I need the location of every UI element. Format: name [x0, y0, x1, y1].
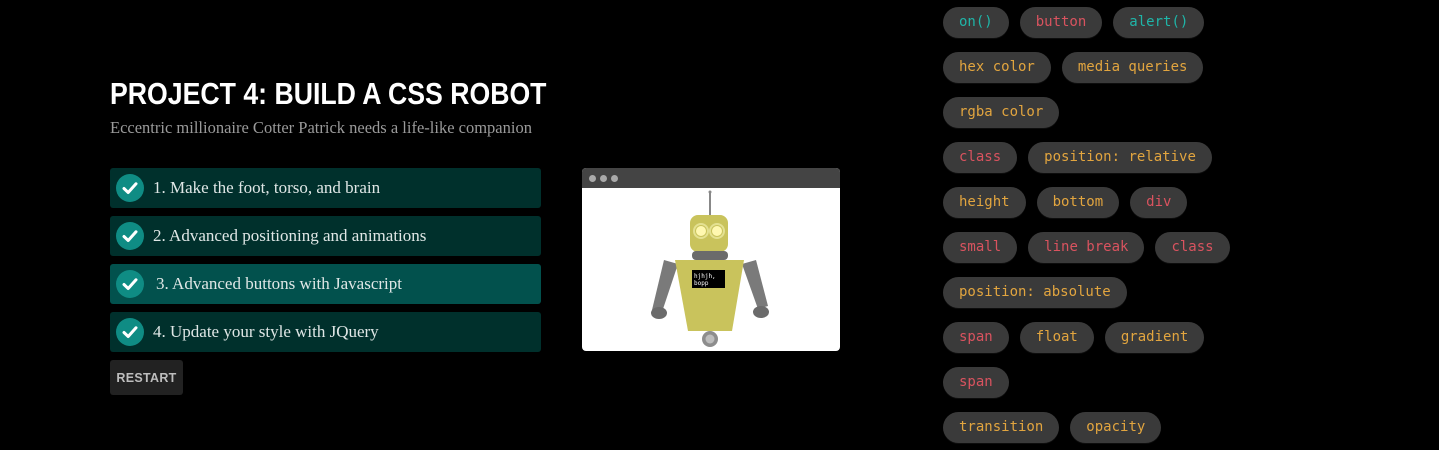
checkmark-icon: [116, 174, 144, 202]
robot-right-arm: [742, 260, 768, 309]
tag-row: class position: relative: [943, 135, 1243, 180]
concept-tag[interactable]: float: [1019, 322, 1094, 353]
robot-right-hand: [753, 306, 769, 318]
window-dot-icon: [611, 174, 618, 182]
tag-row: span: [943, 360, 1243, 405]
robot-speech-line-1: hjhjh,: [694, 273, 716, 280]
checkmark-icon: [116, 270, 144, 298]
concept-tag[interactable]: span: [943, 367, 1009, 398]
step-label: 1. Make the foot, torso, and brain: [153, 178, 381, 197]
step-item-4[interactable]: 4. Update your style with JQuery: [110, 312, 541, 352]
concept-tag[interactable]: transition: [943, 412, 1060, 443]
checkmark-icon: [116, 222, 144, 250]
concept-tag[interactable]: div: [1130, 187, 1188, 218]
concept-tag[interactable]: on(): [943, 7, 1009, 38]
page-title: PROJECT 4: BUILD A CSS ROBOT: [110, 76, 547, 111]
robot-wheel-hub: [705, 334, 715, 344]
tag-row: transition opacity: [943, 405, 1243, 450]
concept-tag[interactable]: rgba color: [943, 97, 1060, 128]
tag-row: height bottom div: [943, 180, 1243, 225]
concept-tag[interactable]: class: [1155, 232, 1230, 263]
concept-tag[interactable]: position: absolute: [943, 277, 1127, 308]
robot-left-eye: [696, 226, 706, 236]
step-item-3[interactable]: 3. Advanced buttons with Javascript: [110, 264, 541, 304]
preview-titlebar: [582, 168, 840, 188]
robot-antenna-tip: [708, 190, 712, 194]
tag-row: span float gradient: [943, 315, 1243, 360]
tag-row: rgba color: [943, 90, 1243, 135]
concept-tag[interactable]: button: [1019, 7, 1103, 38]
concept-tag[interactable]: alert(): [1113, 7, 1205, 38]
concept-tag[interactable]: class: [943, 142, 1018, 173]
robot-illustration: hjhjh, bopp: [651, 190, 769, 347]
concept-tag[interactable]: span: [943, 322, 1009, 353]
concept-tag[interactable]: media queries: [1061, 52, 1204, 83]
concept-tag[interactable]: small: [943, 232, 1018, 263]
concept-tag[interactable]: bottom: [1036, 187, 1120, 218]
concept-tag[interactable]: position: relative: [1028, 142, 1212, 173]
tag-row: on() button alert(): [943, 0, 1243, 45]
step-label: 4. Update your style with JQuery: [153, 322, 379, 341]
step-item-1[interactable]: 1. Make the foot, torso, and brain: [110, 168, 541, 208]
tag-row: position: absolute: [943, 270, 1243, 315]
window-dot-icon: [600, 174, 607, 182]
concept-tag[interactable]: line break: [1028, 232, 1145, 263]
concept-tag-cloud: on() button alert() hex color media queries r…: [943, 0, 1243, 450]
robot-neck: [692, 251, 728, 260]
concept-tag[interactable]: gradient: [1104, 322, 1205, 353]
page-subtitle: Eccentric millionaire Cotter Patrick nee…: [110, 118, 532, 137]
robot-right-eye: [712, 226, 722, 236]
window-dot-icon: [589, 174, 596, 182]
tag-row: small line break class: [943, 225, 1243, 270]
step-label: 2. Advanced positioning and animations: [153, 226, 427, 245]
robot-left-hand: [651, 307, 667, 319]
robot-preview-window: hjhjh, bopp: [582, 168, 840, 351]
step-item-2[interactable]: 2. Advanced positioning and animations: [110, 216, 541, 256]
robot-head: [690, 215, 728, 252]
concept-tag[interactable]: opacity: [1070, 412, 1162, 443]
step-label: 3. Advanced buttons with Javascript: [156, 274, 402, 293]
robot-speech-line-2: bopp: [694, 280, 709, 287]
concept-tag[interactable]: hex color: [943, 52, 1051, 83]
checkmark-icon: [116, 318, 144, 346]
restart-button[interactable]: RESTART: [110, 360, 183, 395]
concept-tag[interactable]: height: [943, 187, 1026, 218]
robot-left-arm: [652, 260, 678, 312]
tag-row: hex color media queries: [943, 45, 1243, 90]
step-list: 1. Make the foot, torso, and brain 2. Ad…: [110, 168, 541, 360]
